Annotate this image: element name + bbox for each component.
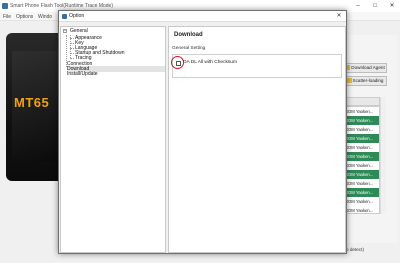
tree-connector — [70, 35, 71, 58]
settings-panel: Download General Setting DA DL All with … — [168, 26, 346, 253]
tree-item-general[interactable]: General — [70, 28, 88, 34]
panel-title: Download — [174, 32, 203, 38]
dialog-app-icon — [62, 14, 67, 19]
general-setting-group — [172, 54, 342, 78]
tree-item-install-update[interactable]: Install/Update — [67, 71, 98, 77]
dialog-title: Option — [69, 13, 85, 19]
checkbox-label: DA DL All with Checksum — [183, 60, 237, 65]
dialog-close-button[interactable]: ✕ — [334, 12, 344, 21]
red-highlight-circle — [171, 56, 184, 69]
option-dialog: Option ✕ − General Appearance Key Langua… — [58, 10, 347, 254]
dialog-titlebar: Option ✕ — [59, 11, 346, 22]
group-label: General Setting — [172, 46, 208, 51]
tree-connector — [70, 58, 74, 59]
collapse-toggle-icon[interactable]: − — [63, 29, 67, 33]
options-tree: − General Appearance Key Language Startu… — [60, 26, 166, 253]
